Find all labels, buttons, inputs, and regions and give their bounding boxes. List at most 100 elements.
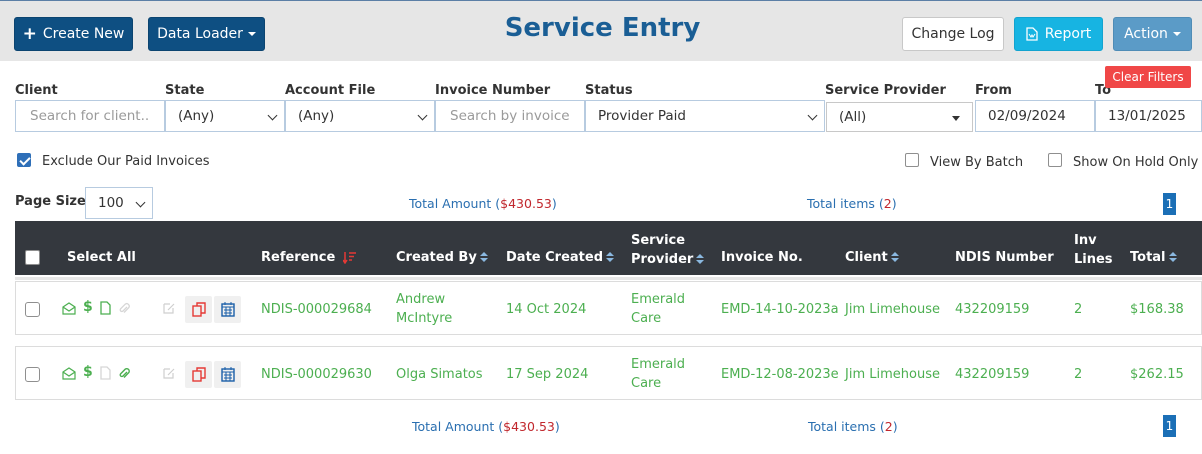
inv-lines-cell: 2 — [1074, 302, 1083, 317]
created-by-cell: Andrew McIntyre — [396, 292, 453, 326]
total-amount-summary: Total Amount ($430.53) — [409, 196, 557, 211]
total-cell: $262.15 — [1130, 367, 1184, 382]
dollar-icon[interactable]: $ — [83, 299, 93, 315]
envelope-open-icon[interactable] — [62, 367, 76, 380]
sort-descending-icon — [342, 251, 356, 264]
client-search-input[interactable] — [15, 100, 165, 132]
table-row: $ NDIS-000029684 Andrew McIntyre 14 Oct … — [15, 281, 1202, 335]
sort-icon — [479, 252, 488, 263]
invoice-number-text[interactable] — [448, 107, 572, 125]
to-date-input[interactable]: 13/01/2025 — [1095, 100, 1202, 132]
edit-icon — [163, 368, 175, 379]
envelope-open-icon[interactable] — [62, 302, 76, 315]
ndis-number-header: NDIS Number — [955, 250, 1054, 265]
caret-down-icon — [1172, 32, 1181, 36]
copy-icon — [192, 302, 206, 317]
change-log-button[interactable]: Change Log — [902, 17, 1004, 51]
paperclip-icon[interactable] — [118, 367, 130, 380]
select-all-checkbox[interactable] — [25, 250, 40, 265]
file-icon — [100, 366, 111, 380]
ndis-number-cell: 432209159 — [955, 367, 1030, 382]
page-1-button-bottom[interactable]: 1 — [1163, 415, 1176, 437]
row-checkbox[interactable] — [25, 302, 40, 317]
total-amount-summary-bottom: Total Amount ($430.53) — [412, 419, 560, 434]
caret-down-icon — [952, 116, 960, 121]
page-title: Service Entry — [504, 13, 701, 43]
copy-button[interactable] — [185, 361, 212, 388]
inv-lines-cell: 2 — [1074, 367, 1083, 382]
state-select[interactable]: (Any) — [165, 100, 285, 132]
total-header[interactable]: Total — [1130, 250, 1177, 265]
created-by-header[interactable]: Created By — [396, 250, 488, 265]
table-header: Select All Reference Created By Date Cre… — [15, 221, 1202, 275]
date-created-cell: 17 Sep 2024 — [506, 367, 589, 382]
show-on-hold-label: Show On Hold Only — [1073, 155, 1199, 170]
report-button[interactable]: Report — [1014, 17, 1103, 51]
chevron-down-icon — [267, 110, 278, 121]
invoice-no-cell: EMD-12-08-2023e — [721, 367, 839, 382]
caret-down-icon — [247, 32, 256, 36]
from-filter-label: From — [975, 83, 1012, 98]
service-provider-select[interactable]: (All) — [826, 102, 973, 132]
client-header[interactable]: Client — [845, 250, 899, 265]
invoice-number-input[interactable] — [435, 100, 585, 132]
state-filter-label: State — [165, 83, 205, 98]
from-date-input[interactable]: 02/09/2024 — [975, 100, 1095, 132]
total-cell: $168.38 — [1130, 302, 1184, 317]
date-created-header[interactable]: Date Created — [506, 250, 614, 265]
data-loader-button[interactable]: Data Loader — [148, 17, 265, 51]
view-by-batch-label: View By Batch — [930, 155, 1024, 170]
invoice-no-cell: EMD-14-10-2023a — [721, 302, 839, 317]
dollar-icon[interactable]: $ — [83, 364, 93, 380]
copy-button[interactable] — [185, 296, 212, 323]
calendar-button[interactable] — [214, 296, 241, 323]
sort-icon — [1168, 252, 1177, 263]
sort-icon — [606, 252, 614, 263]
page-size-select[interactable]: 100 — [85, 187, 153, 219]
service-provider-filter-label: Service Provider — [825, 83, 946, 98]
client-search-text[interactable] — [28, 107, 152, 125]
page-size-label: Page Size: — [15, 194, 92, 209]
select-all-header[interactable]: Select All — [67, 250, 136, 265]
plus-icon: + — [22, 24, 37, 44]
calendar-icon — [221, 367, 235, 382]
header-divider — [15, 277, 1202, 280]
reference-cell[interactable]: NDIS-000029630 — [261, 365, 372, 384]
service-provider-cell: Emerald Care — [631, 292, 686, 326]
row-checkbox[interactable] — [25, 367, 40, 382]
table-row: $ NDIS-000029630 Olga Simatos 17 Sep 202… — [15, 346, 1202, 400]
reference-cell[interactable]: NDIS-000029684 — [261, 300, 372, 319]
calendar-button[interactable] — [214, 361, 241, 388]
invoice-no-header: Invoice No. — [721, 250, 803, 265]
status-select[interactable]: Provider Paid — [585, 100, 825, 132]
reference-header[interactable]: Reference — [261, 250, 356, 265]
view-by-batch-checkbox[interactable] — [905, 153, 919, 167]
clear-filters-button[interactable]: Clear Filters — [1105, 66, 1191, 88]
exclude-paid-checkbox[interactable] — [17, 153, 31, 167]
client-cell: Jim Limehouse — [845, 367, 940, 382]
total-items-summary-bottom: Total items (2) — [808, 419, 898, 434]
create-new-button[interactable]: + Create New — [14, 17, 133, 51]
account-file-filter-label: Account File — [285, 83, 376, 98]
client-filter-label: Client — [15, 83, 58, 98]
date-created-cell: 14 Oct 2024 — [506, 302, 587, 317]
sort-icon — [890, 252, 899, 263]
page-1-button[interactable]: 1 — [1163, 193, 1176, 215]
action-button[interactable]: Action — [1113, 17, 1192, 51]
file-icon[interactable] — [100, 301, 111, 315]
chevron-down-icon — [417, 110, 428, 121]
show-on-hold-checkbox[interactable] — [1048, 153, 1062, 167]
account-file-select[interactable]: (Any) — [285, 100, 435, 132]
invoice-number-filter-label: Invoice Number — [435, 83, 551, 98]
status-filter-label: Status — [585, 83, 633, 98]
edit-icon — [163, 303, 175, 314]
created-by-cell: Olga Simatos — [396, 367, 483, 382]
calendar-icon — [221, 302, 235, 317]
chevron-down-icon — [807, 110, 818, 121]
total-items-summary: Total items (2) — [807, 196, 897, 211]
chevron-down-icon — [135, 197, 146, 208]
paperclip-icon — [119, 303, 130, 313]
exclude-paid-label: Exclude Our Paid Invoices — [42, 154, 210, 169]
ndis-number-cell: 432209159 — [955, 302, 1030, 317]
service-provider-header[interactable]: Service Provider — [631, 231, 705, 269]
